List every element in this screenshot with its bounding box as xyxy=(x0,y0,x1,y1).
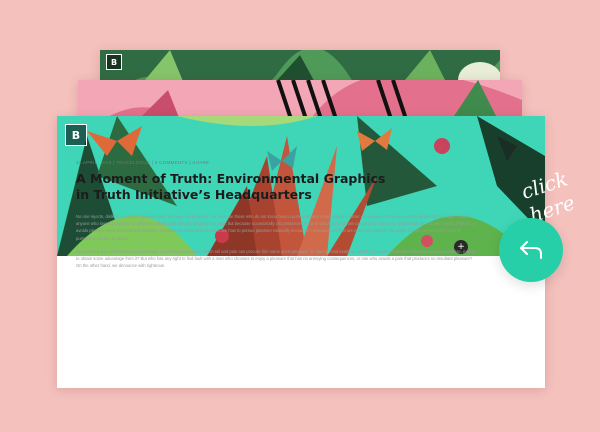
back-button[interactable] xyxy=(499,218,563,282)
article-content: 24 April, 2019 | Tracelogue | 0 Comments… xyxy=(76,160,476,269)
logo-back: B xyxy=(106,54,122,70)
article-paragraph: No one rejects, dislikes, or avoids plea… xyxy=(76,214,476,241)
logo: B xyxy=(65,124,87,146)
article-title[interactable]: A Moment of Truth: Environmental Graphic… xyxy=(76,171,396,203)
undo-arrow-icon xyxy=(520,241,542,259)
article-meta: 24 April, 2019 | Tracelogue | 0 Comments… xyxy=(76,160,210,165)
article-paragraph: Because it is pain, but because occasion… xyxy=(76,248,476,269)
